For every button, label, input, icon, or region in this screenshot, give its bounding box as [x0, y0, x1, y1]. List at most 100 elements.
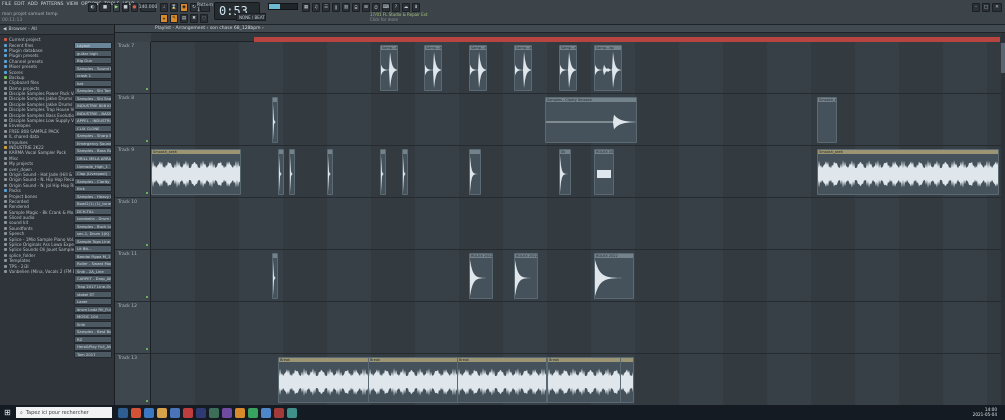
browser-item[interactable]: Origin Sound - Hot Jade (Hill & Trap... — [0, 172, 75, 177]
track-lane[interactable] — [151, 302, 1001, 354]
menu-add[interactable]: ADD — [28, 2, 38, 8]
mixer-icon[interactable]: ⫼ — [332, 3, 340, 12]
menu-file[interactable]: FILE — [2, 2, 11, 8]
track-header[interactable]: Track 8 — [115, 94, 151, 146]
maximize-icon[interactable]: □ — [982, 3, 990, 12]
tempo-tapper-icon[interactable]: ⏱ — [372, 3, 380, 12]
taskbar-search-input[interactable]: ⌕ Tapez ici pour rechercher — [16, 407, 112, 418]
snap-mode-select[interactable]: NONE / BEAT — [236, 13, 266, 21]
channel-rack-icon[interactable]: ▥ — [342, 3, 350, 12]
master-volume-knob[interactable]: ◐ — [88, 3, 97, 12]
audio-clip[interactable]: Samp...ap — [380, 45, 398, 91]
track-lane[interactable]: Smoosh_seek Sk ROLEX 2022 Smoosh_seek — [151, 146, 1001, 198]
channel-button[interactable]: Samples - Shi Snare — [74, 94, 112, 103]
channel-button[interactable]: Samples - Heavy 808 — [74, 192, 112, 200]
channel-button[interactable]: Hero&Play Full_Ale — [74, 343, 112, 351]
playlist-title[interactable]: Playlist - Arrangement › son chase 68_12… — [115, 25, 1005, 33]
channel-button[interactable]: MOSIC 104 — [74, 313, 112, 321]
audio-clip[interactable]: Smoosh_seek — [817, 149, 999, 195]
render-icon[interactable]: ⬇ — [412, 3, 420, 12]
snap-icon[interactable]: ⌖ — [160, 14, 168, 23]
audio-clip[interactable]: ROLEX 2022 — [594, 253, 634, 299]
track-mute-led[interactable] — [146, 296, 148, 298]
audio-clip[interactable] — [380, 149, 386, 195]
channel-button[interactable]: hat — [74, 79, 112, 87]
audio-clip[interactable]: Smoosh_seek — [151, 149, 241, 195]
audio-clip[interactable] — [289, 149, 295, 195]
browser-item[interactable]: KARMA Vocal Sampler Pack — [0, 150, 75, 155]
app-icon-red[interactable] — [183, 407, 193, 418]
countdown-icon[interactable]: ◉ — [180, 3, 188, 12]
task-view-icon[interactable] — [118, 407, 128, 418]
browser-item[interactable]: Disciple Samples Power Pack Vol. 1 — [0, 91, 75, 96]
channel-button[interactable]: Roller - Sweat Mode... — [74, 260, 112, 268]
audio-clip[interactable]: Sk — [559, 149, 571, 195]
track-mute-led[interactable] — [146, 140, 148, 142]
channel-button[interactable]: guitar high — [74, 49, 112, 57]
track-mute-led[interactable] — [146, 88, 148, 90]
track-mute-led[interactable] — [146, 244, 148, 246]
menu-edit[interactable]: EDIT — [14, 2, 24, 8]
browser-item[interactable]: Vanbelien (Mina, Vocals 2 (FM B)) — [0, 269, 75, 274]
audio-clip[interactable] — [272, 97, 278, 143]
paint-tool-icon[interactable]: ▤ — [180, 14, 188, 23]
channel-button[interactable]: stokel ST — [74, 290, 112, 298]
plugin-picker-icon[interactable]: ⊞ — [362, 3, 370, 12]
channel-button[interactable]: CLIX CLONE — [74, 124, 112, 133]
track-header[interactable]: Track 10 — [115, 198, 151, 250]
file-explorer-icon[interactable] — [157, 407, 167, 418]
channel-button[interactable]: Trap 2017 Line-Out... — [74, 283, 112, 291]
browser-item[interactable]: Splice Sounds Oli Jouet Sample Pack — [0, 247, 75, 252]
track-lane[interactable]: Break Break Break Break — [151, 354, 1001, 406]
menu-view[interactable]: VIEW — [66, 2, 78, 8]
pattern-song-toggle[interactable]: ■ — [99, 3, 111, 12]
browser-title[interactable]: Browser - All — [8, 27, 36, 32]
browser-icon[interactable]: ⌸ — [352, 3, 360, 12]
browser-item[interactable]: Splice - 1Mio Sample Piano Vol. 1 — [0, 236, 75, 242]
app-icon-darkred[interactable] — [274, 407, 284, 418]
channel-button[interactable]: Samples - Clarity Bn — [74, 177, 112, 185]
channel-button[interactable]: Samples - Best Boss — [74, 328, 112, 336]
audio-clip[interactable]: ROLEX 2022 — [469, 253, 493, 299]
wait-icon[interactable]: ⌛ — [170, 3, 178, 12]
track-mute-led[interactable] — [146, 348, 148, 350]
channel-button[interactable]: Laxer — [74, 298, 112, 306]
browser-item[interactable]: Disciple Samples Jakke Drums Vol. 1 — [0, 96, 75, 101]
audio-clip[interactable]: ROLEX 2022 — [514, 253, 538, 299]
app-icon-blue[interactable] — [261, 407, 271, 418]
channel-button[interactable]: sec-1, Drum 1(K) — [74, 230, 112, 238]
premiere-icon[interactable] — [196, 407, 206, 418]
help-icon[interactable]: ? — [392, 3, 400, 12]
track-header[interactable]: Track 11 — [115, 250, 151, 302]
channel-button[interactable]: Samples - Bass Bo... — [74, 147, 112, 155]
news-subline[interactable]: Click for more — [370, 17, 398, 22]
windows-start-icon[interactable]: ⊞ — [4, 408, 12, 417]
step-icon[interactable]: ▦ — [302, 3, 310, 12]
channel-button[interactable]: Samples - Shi Tom — [74, 87, 112, 95]
audio-clip[interactable]: Break — [368, 357, 458, 403]
channel-button[interactable]: Kick — [74, 185, 112, 193]
audio-clip[interactable]: Break — [457, 357, 547, 403]
channel-button[interactable]: Tom 2017 — [74, 350, 112, 359]
play-button[interactable]: ▶ — [113, 3, 120, 12]
channel-button[interactable]: Samples - Sharp Bit — [74, 132, 112, 140]
minimize-icon[interactable]: – — [972, 3, 980, 12]
channel-button[interactable]: Unmade_High_1 — [74, 162, 112, 170]
playlist-icon[interactable]: ☰ — [322, 3, 330, 12]
taskbar-clock[interactable]: 14:00 2021-05-04 — [973, 407, 997, 417]
track-mute-led[interactable] — [146, 192, 148, 194]
channel-button[interactable]: Sample Tops Line — [74, 237, 112, 246]
channel-button[interactable]: Snik - 2A_Line — [74, 267, 112, 276]
mute-tool-icon[interactable]: ◌ — [200, 14, 208, 23]
channel-button[interactable]: crash 1 — [74, 72, 112, 80]
arrow-left-icon[interactable]: ◀ — [3, 27, 6, 32]
track-lane[interactable] — [151, 198, 1001, 250]
browser-item[interactable]: Disciple Samples Trap House Vol. 1 — [0, 107, 75, 112]
channel-button[interactable]: Lit Bit... — [74, 245, 112, 253]
playlist-scrollbar[interactable] — [1001, 33, 1005, 405]
channel-button[interactable]: Clap (Liverpool) — [74, 170, 112, 178]
store-icon[interactable] — [170, 407, 180, 418]
app-icon-green[interactable] — [209, 407, 219, 418]
audio-clip[interactable] — [327, 149, 333, 195]
track-lane[interactable]: Samp...ap Samp...ap Samp...ap Samp...ap Samp… — [151, 42, 1001, 94]
